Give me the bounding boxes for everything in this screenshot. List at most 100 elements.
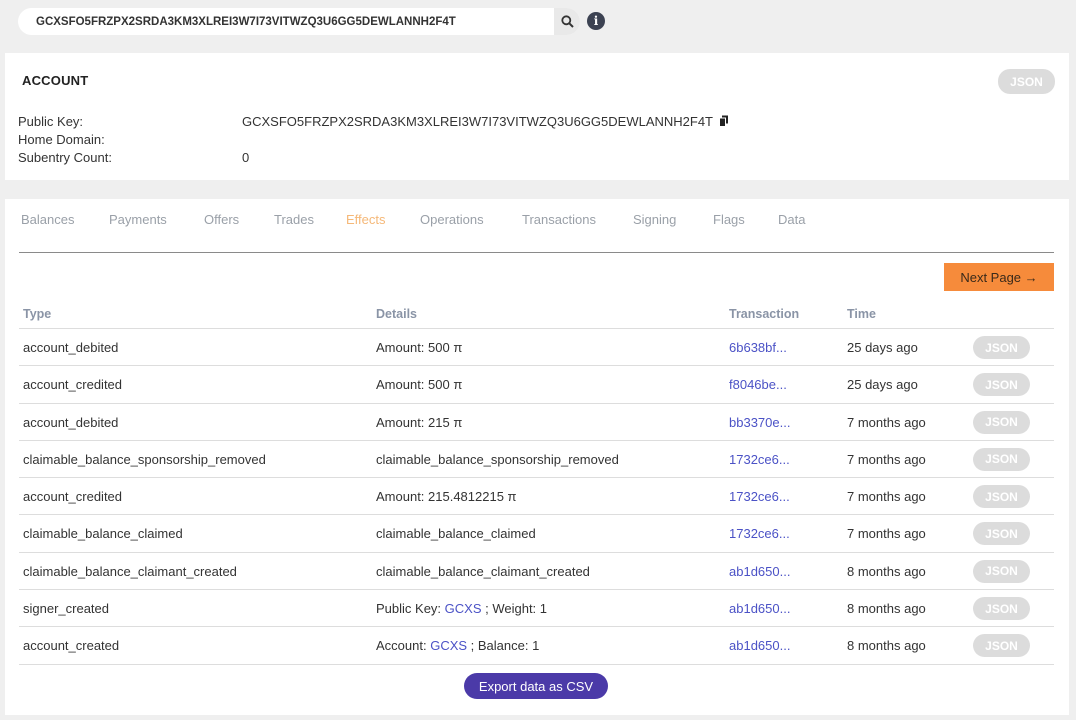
header-details[interactable]: Details xyxy=(376,307,417,321)
row-json-button[interactable]: JSON xyxy=(973,410,1030,434)
cell-transaction-link[interactable]: bb3370e... xyxy=(729,415,790,430)
subentry-count-row: Subentry Count: 0 xyxy=(18,150,249,165)
cell-details: Amount: 215.4812215 π xyxy=(376,489,517,504)
cell-details: Amount: 215 π xyxy=(376,415,462,430)
cell-time: 8 months ago xyxy=(847,563,926,579)
tab-signing[interactable]: Signing xyxy=(633,212,676,227)
cell-type: claimable_balance_sponsorship_removed xyxy=(23,451,266,467)
row-json-button[interactable]: JSON xyxy=(973,597,1030,621)
table-row: account_credited Amount: 215.4812215 π 173… xyxy=(19,478,1054,516)
tab-flags[interactable]: Flags xyxy=(713,212,745,227)
table-row: claimable_balance_claimant_created claima… xyxy=(19,553,1054,591)
cell-transaction-link[interactable]: 1732ce6... xyxy=(729,452,790,467)
tab-balances[interactable]: Balances xyxy=(21,212,74,227)
row-json-button[interactable]: JSON xyxy=(973,336,1030,359)
info-icon[interactable]: i xyxy=(587,12,605,30)
details-text: Account: xyxy=(376,638,431,654)
row-json-button[interactable]: JSON xyxy=(973,447,1030,471)
tab-payments[interactable]: Payments xyxy=(109,212,167,227)
cell-time: 25 days ago xyxy=(847,377,918,393)
cell-details: claimable_balance_claimed xyxy=(376,526,536,541)
search-input[interactable] xyxy=(18,8,554,35)
cell-transaction-link[interactable]: ab1d650... xyxy=(729,638,790,653)
cell-transaction-link[interactable]: ab1d650... xyxy=(729,601,790,616)
header-type[interactable]: Type xyxy=(23,307,51,321)
home-domain-row: Home Domain: xyxy=(18,132,242,147)
cell-type: signer_created xyxy=(23,601,109,617)
cell-time: 8 months ago xyxy=(847,638,926,654)
cell-details: Amount: 500 π xyxy=(376,340,462,355)
details-text: Amount: 215.4812215 π xyxy=(376,489,517,505)
details-text: Public Key: xyxy=(376,601,445,617)
table-row: account_debited Amount: 215 π bb3370e... 7 … xyxy=(19,404,1054,441)
cell-type: account_credited xyxy=(23,377,123,393)
row-json-button[interactable]: JSON xyxy=(973,559,1030,583)
search-icon xyxy=(560,15,574,28)
account-card: ACCOUNT JSON Public Key: GCXSFO5FRZPX2SRD… xyxy=(5,53,1069,180)
cell-transaction-link[interactable]: 1732ce6... xyxy=(729,489,790,504)
search-bar xyxy=(18,8,580,35)
effects-panel: Balances Payments Offers Trades Effects … xyxy=(5,199,1069,715)
effects-table: Type Details Transaction Time account_de… xyxy=(19,295,1054,665)
cell-type: account_created xyxy=(23,638,120,654)
export-csv-button[interactable]: Export data as CSV xyxy=(464,673,608,699)
cell-details: Account: GCXS ; Balance: 1 xyxy=(376,638,539,653)
subentry-count-label: Subentry Count: xyxy=(18,150,112,165)
row-json-button[interactable]: JSON xyxy=(973,485,1030,509)
row-json-button[interactable]: JSON xyxy=(973,634,1030,658)
cell-details: Public Key: GCXS ; Weight: 1 xyxy=(376,601,547,616)
cell-time: 7 months ago xyxy=(847,414,926,430)
cell-details: Amount: 500 π xyxy=(376,377,462,392)
details-text: Amount: 500 π xyxy=(376,340,463,355)
table-row: claimable_balance_sponsorship_removed cla… xyxy=(19,441,1054,479)
table-row: account_debited Amount: 500 π 6b638bf... 25… xyxy=(19,329,1054,367)
details-text: Amount: 215 π xyxy=(376,414,463,430)
account-title: ACCOUNT xyxy=(22,73,89,88)
next-page-button[interactable]: Next Page → xyxy=(944,263,1054,291)
details-account-link[interactable]: GCXS xyxy=(430,638,467,653)
cell-type: claimable_balance_claimant_created xyxy=(23,563,237,579)
cell-type: account_credited xyxy=(23,489,123,505)
row-json-button[interactable]: JSON xyxy=(973,522,1030,546)
header-time[interactable]: Time xyxy=(847,307,876,321)
account-json-button[interactable]: JSON xyxy=(998,69,1055,94)
table-row: account_credited Amount: 500 π f8046be... 2… xyxy=(19,366,1054,404)
cell-details: claimable_balance_claimant_created xyxy=(376,564,590,579)
row-json-button[interactable]: JSON xyxy=(973,373,1030,397)
public-key-value: GCXSFO5FRZPX2SRDA3KM3XLREI3W7I73VITWZQ3U… xyxy=(242,114,714,129)
cell-type: account_debited xyxy=(23,340,119,355)
cell-time: 8 months ago xyxy=(847,601,926,617)
tab-transactions[interactable]: Transactions xyxy=(522,212,596,227)
table-row: claimable_balance_claimed claimable_balan… xyxy=(19,515,1054,553)
tab-effects[interactable]: Effects xyxy=(346,212,386,227)
tab-offers[interactable]: Offers xyxy=(204,212,239,227)
header-transaction[interactable]: Transaction xyxy=(729,307,799,321)
details-account-link[interactable]: GCXS xyxy=(445,601,482,616)
public-key-row: Public Key: GCXSFO5FRZPX2SRDA3KM3XLREI3W7… xyxy=(18,114,729,130)
search-button[interactable] xyxy=(554,8,580,35)
table-body: account_debited Amount: 500 π 6b638bf... 25… xyxy=(19,329,1054,665)
cell-transaction-link[interactable]: 1732ce6... xyxy=(729,526,790,541)
subentry-count-value: 0 xyxy=(242,150,250,165)
cell-time: 25 days ago xyxy=(847,340,918,355)
cell-type: account_debited xyxy=(23,414,119,430)
cell-details: claimable_balance_sponsorship_removed xyxy=(376,452,619,467)
home-domain-label: Home Domain: xyxy=(18,132,105,147)
cell-transaction-link[interactable]: 6b638bf... xyxy=(729,340,787,355)
cell-time: 7 months ago xyxy=(847,526,926,542)
cell-transaction-link[interactable]: ab1d650... xyxy=(729,564,790,579)
details-suffix: ; Balance: 1 xyxy=(467,638,540,654)
cell-time: 7 months ago xyxy=(847,451,926,467)
cell-type: claimable_balance_claimed xyxy=(23,526,183,542)
public-key-label: Public Key: xyxy=(18,114,84,129)
tab-operations[interactable]: Operations xyxy=(420,212,484,227)
details-text: claimable_balance_claimed xyxy=(376,526,536,542)
table-header: Type Details Transaction Time xyxy=(19,295,1054,329)
details-suffix: ; Weight: 1 xyxy=(481,601,548,617)
table-row: account_created Account: GCXS ; Balance: … xyxy=(19,627,1054,665)
details-text: claimable_balance_claimant_created xyxy=(376,563,590,579)
copy-icon[interactable] xyxy=(719,115,729,130)
cell-transaction-link[interactable]: f8046be... xyxy=(729,377,787,392)
tab-data[interactable]: Data xyxy=(778,212,805,227)
tab-trades[interactable]: Trades xyxy=(274,212,314,227)
